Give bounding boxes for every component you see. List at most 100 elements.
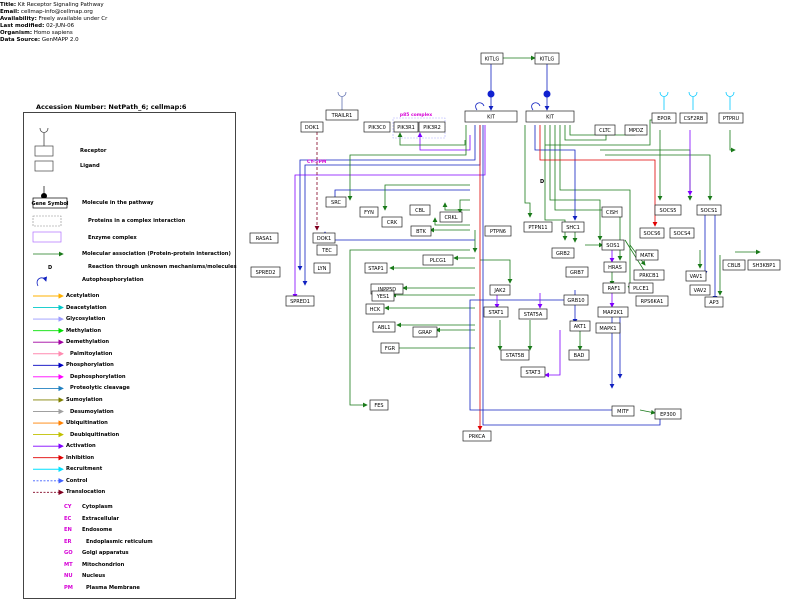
node-label-pik3r2: PIK3R2 <box>423 125 441 131</box>
legend-location-code-cy: CY <box>64 504 72 510</box>
legend-gene-box-label: Gene Symbol <box>32 201 69 207</box>
node-label-stat1: STAT1 <box>488 310 503 316</box>
legend-location-label-ec: Extracellular <box>82 515 120 522</box>
node-label-vav2: VAV2 <box>694 288 707 294</box>
node-label-yes1: YES1 <box>376 294 390 300</box>
node-label-mapk1: MAPK1 <box>599 326 616 332</box>
legend-arrow-label-glycosylation: Glycosylation <box>66 316 106 323</box>
legend-complex-icon <box>32 215 62 227</box>
legend-molecule-label: Molecule in the pathway <box>82 200 154 206</box>
node-label-cblb: CBLB <box>727 263 741 269</box>
autophosphorylation-loop-icon <box>475 102 485 111</box>
node-label-fyn: FYN <box>364 210 374 216</box>
legend-autophosphorylation-label: Autophosphorylation <box>82 277 144 283</box>
node-label-stat5a: STAT5A <box>524 312 543 318</box>
legend-arrow-label-translocation: Translocation <box>66 489 106 496</box>
csf2rb-receptor-icon <box>688 91 698 97</box>
legend-arrow-label-phosphorylation: Phosphorylation <box>66 362 114 369</box>
interaction-edge <box>600 149 693 201</box>
legend-arrow-label-ubiquitination: Ubiquitination <box>66 420 108 427</box>
node-label-cltc: CLTC <box>599 128 611 134</box>
node-label-socs6: SOCS6 <box>644 231 661 237</box>
interaction-edge <box>480 259 513 284</box>
node-label-plcg1: PLCG1 <box>430 258 446 264</box>
legend-ligand-label: Ligand <box>80 163 100 169</box>
legend-arrow-label-acetylation: Acetylation <box>66 293 100 299</box>
node-label-sos1: SOS1 <box>606 243 619 249</box>
legend-receptor-box <box>34 145 54 157</box>
node-label-ptpn6: PTPN6 <box>490 229 506 235</box>
node-label-hck: HCK <box>370 307 381 313</box>
legend-arrow-label-methylation: Methylation <box>66 327 102 334</box>
interaction-edge <box>729 130 736 153</box>
legend-location-code-er: ER <box>64 538 72 545</box>
node-label-kit_2: KIT <box>546 114 555 120</box>
legend-arrow-label-sumoylation: Sumoylation <box>66 396 103 403</box>
interaction-edge <box>442 202 470 211</box>
node-label-fes: FES <box>374 403 383 409</box>
legend-location-label-er: Endoplasmic reticulum <box>86 538 153 545</box>
legend-location-label-en: Endosome <box>82 527 113 533</box>
node-label-pik3r1: PIK3R1 <box>397 125 415 131</box>
node-label-prkca: PRKCA <box>469 434 486 440</box>
node-label-crkl: CRKL <box>444 215 457 221</box>
legend-location-code-go: GO <box>64 550 73 556</box>
node-label-rps6ka1: RPS6KA1 <box>641 299 664 305</box>
node-label-socs4: SOCS4 <box>674 231 691 237</box>
legend-arrow-label-palmitoylation: Palmitoylation <box>70 350 113 357</box>
node-label-prkcb1: PRKCB1 <box>639 273 659 279</box>
legend-receptor-icon <box>39 127 49 133</box>
node-label-cish: CISH <box>606 210 618 216</box>
interaction-edge <box>397 132 466 146</box>
legend-location-code-en: EN <box>64 527 72 533</box>
legend-enzyme-icon <box>32 231 62 243</box>
node-label-grb10: GRB10 <box>567 298 584 304</box>
node-label-matk: MATK <box>640 253 654 259</box>
legend-ligand-box <box>34 160 54 172</box>
legend-arrow-label-control: Control <box>66 477 88 484</box>
node-label-raf1: RAF1 <box>608 286 621 292</box>
legend-location-code-pm: PM <box>64 584 73 591</box>
translocation-label: CY->PM <box>307 159 327 165</box>
node-label-grap: GRAP <box>418 330 432 336</box>
node-label-vav1: VAV1 <box>690 274 703 280</box>
node-label-src: SRC <box>331 200 341 206</box>
legend-receptor-label: Receptor <box>80 148 107 154</box>
interaction-edge <box>605 154 713 201</box>
node-label-cbl: CBL <box>415 208 425 214</box>
trailr1-receptor-icon <box>337 91 347 97</box>
interaction-edge <box>332 189 470 204</box>
node-label-mpdz: MPDZ <box>629 128 644 134</box>
legend-arrow-label-inhibition: Inhibition <box>66 454 95 461</box>
node-label-fgr: FGR <box>385 346 396 352</box>
unknown-mechanism-mark: D <box>540 179 544 185</box>
interaction-edge <box>524 125 533 218</box>
legend-location-code-nu: NU <box>64 573 73 579</box>
legend-arrow-label-proteolytic-cleavage: Proteolytic cleavage <box>70 385 130 392</box>
node-label-epor: EPOR <box>657 116 671 122</box>
legend-complex-label: Proteins in a complex interaction <box>88 218 186 224</box>
node-label-ap3: AP3 <box>709 300 719 306</box>
node-label-stap1: STAP1 <box>368 266 383 272</box>
legend-unknown-label: Reaction through unknown mechanisms/mole… <box>88 264 237 270</box>
node-label-spred1: SPRED1 <box>290 299 310 305</box>
node-label-ptpru: PTPRU <box>723 116 740 122</box>
legend-arrow-label-desumoylation: Desumoylation <box>70 408 114 415</box>
legend-arrow-label-recruitment: Recruitment <box>66 466 103 473</box>
node-label-hras: HRAS <box>608 265 622 271</box>
legend-location-label-go: Golgi apparatus <box>82 550 129 556</box>
node-label-btk: BTK <box>416 229 426 235</box>
legend-location-label-mt: Mitochondrion <box>82 561 125 568</box>
node-label-stat5b: STAT5B <box>506 353 525 359</box>
legend-location-code-ec: EC <box>64 515 72 522</box>
node-label-crk: CRK <box>387 220 398 226</box>
node-label-grb2: GRB2 <box>556 251 570 257</box>
node-label-sh3kbp1: SH3KBP1 <box>752 263 775 269</box>
interaction-edge <box>347 125 467 201</box>
legend-association-label: Molecular association (Protein-protein i… <box>82 251 231 257</box>
node-label-lyn: LYN <box>318 266 327 272</box>
node-label-socs1: SOCS1 <box>701 208 718 214</box>
node-label-shc1: SHC1 <box>566 225 580 231</box>
node-label-mitf: MITF <box>617 409 629 415</box>
kit-autophosphorylation-icon <box>487 90 495 98</box>
